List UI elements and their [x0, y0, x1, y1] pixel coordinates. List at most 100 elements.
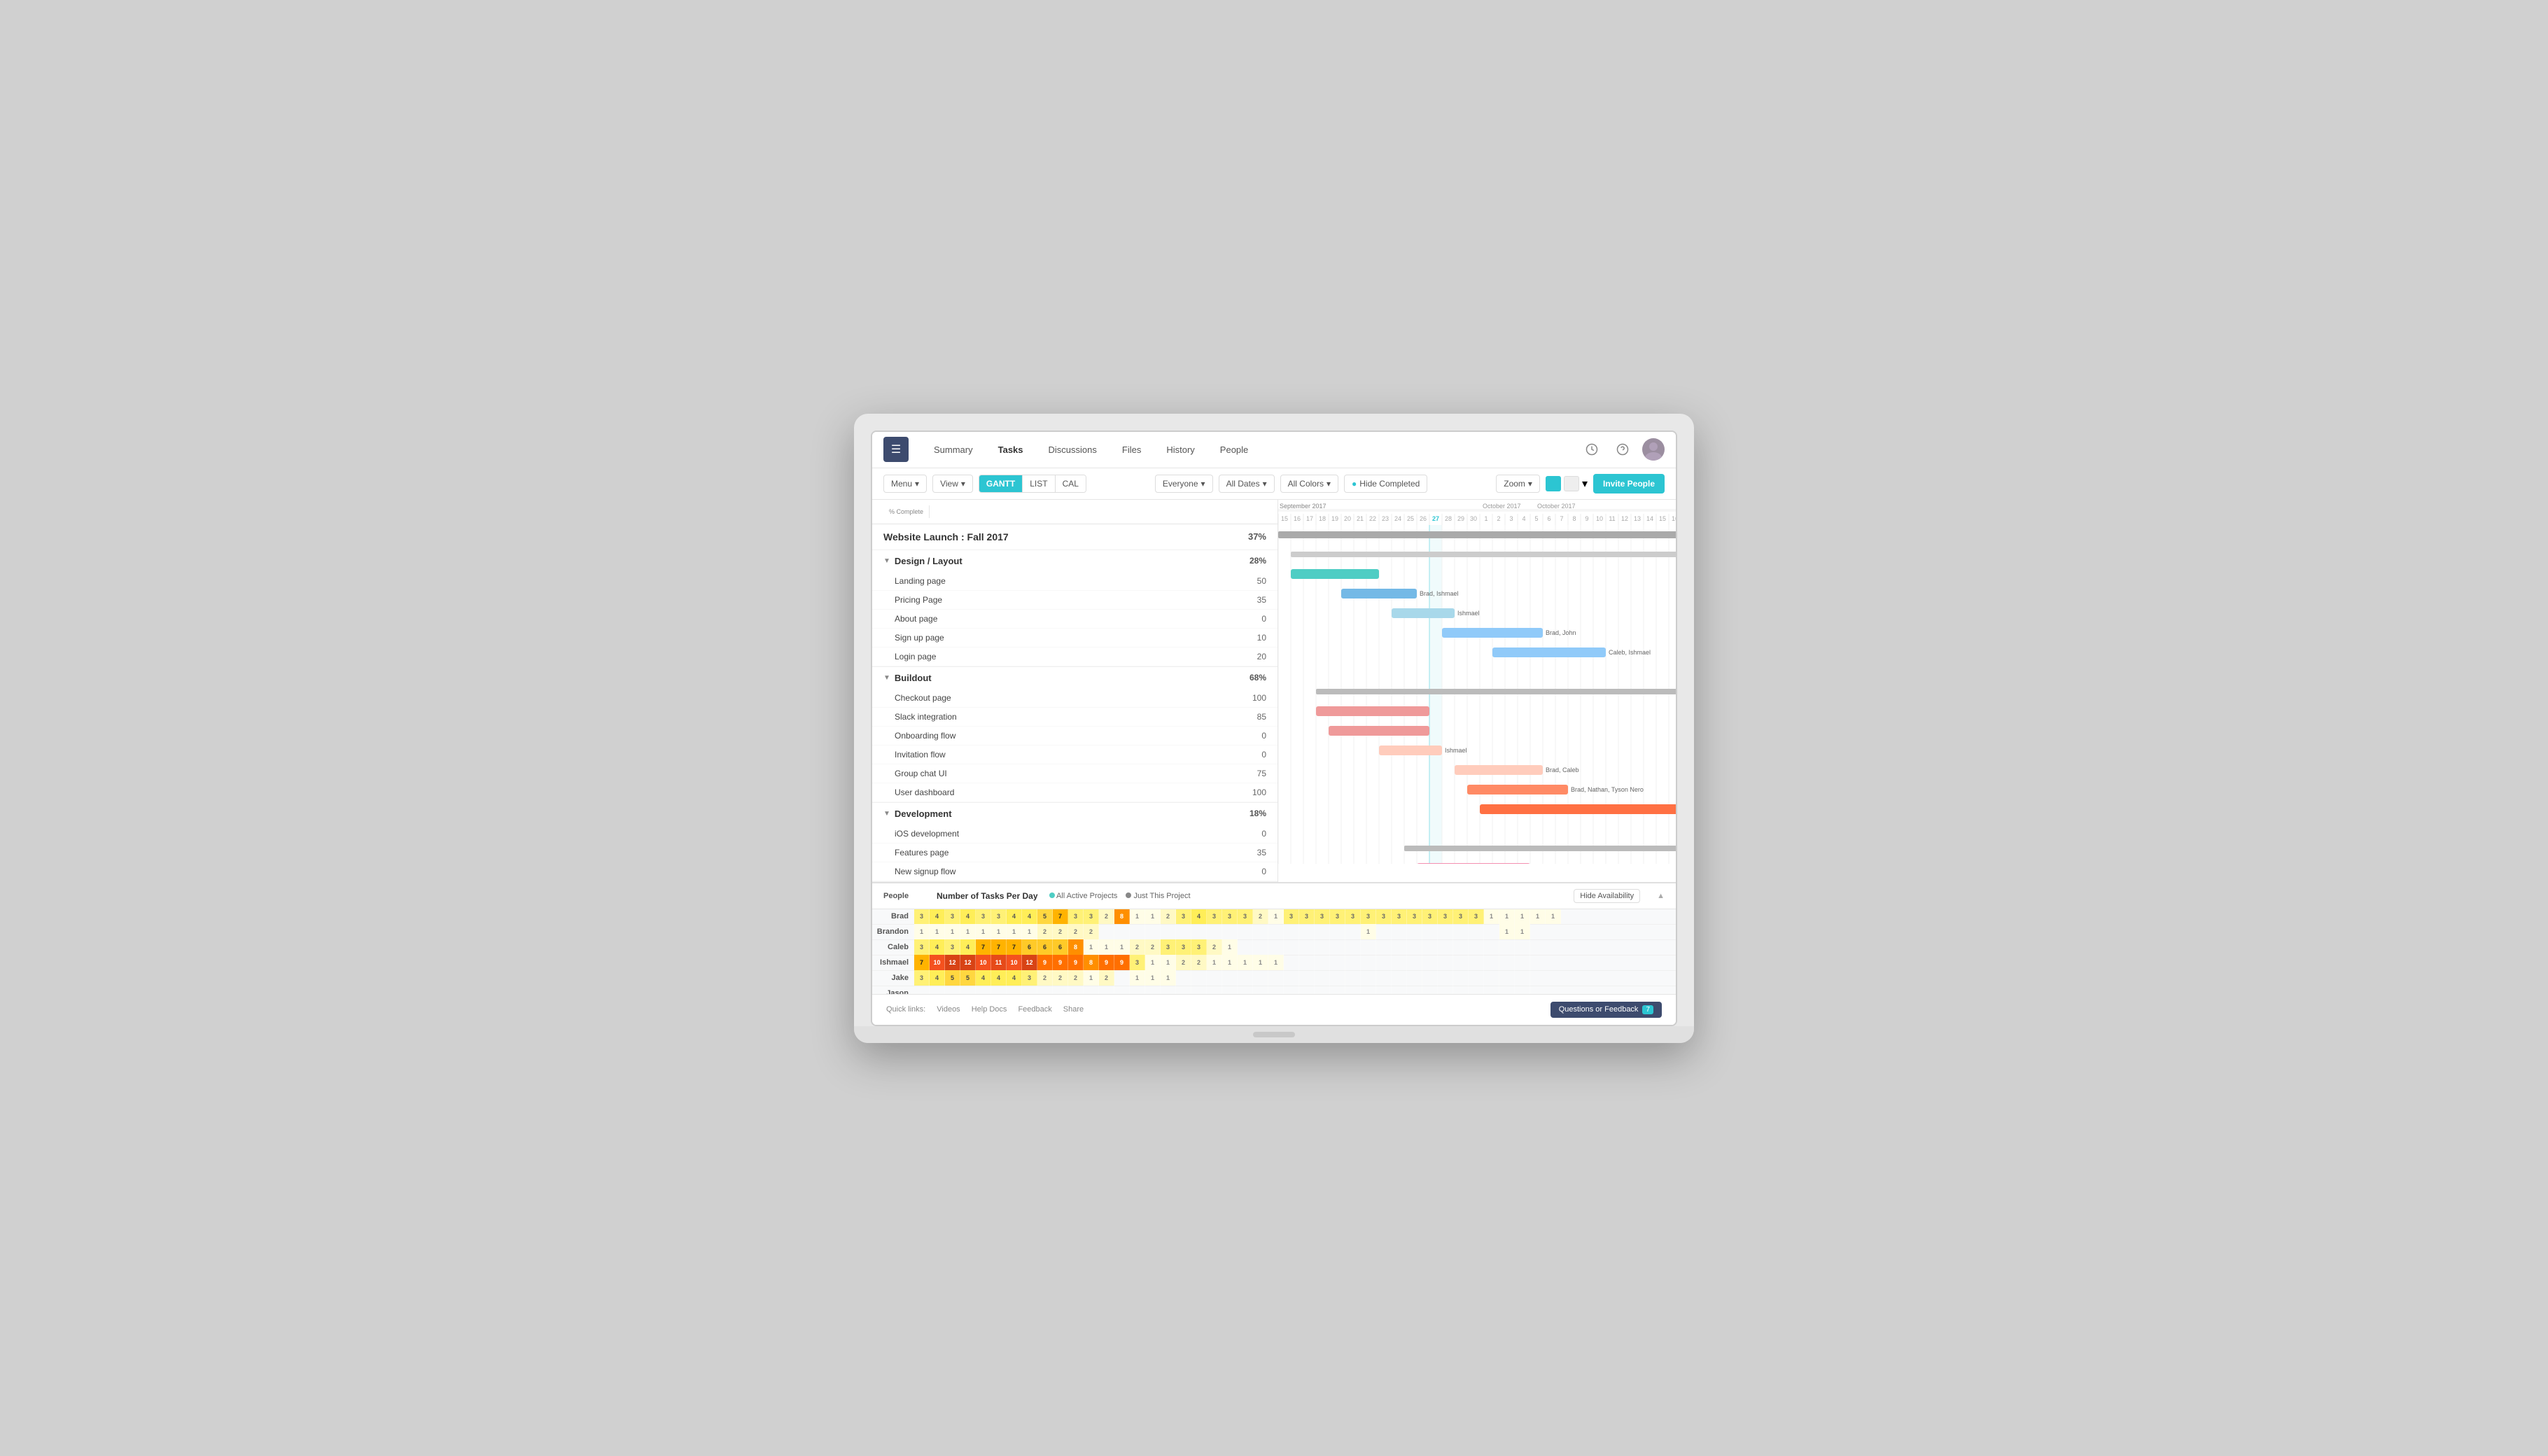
heat-cell — [1376, 970, 1392, 986]
svg-text:29: 29 — [1457, 515, 1464, 522]
hide-completed-btn[interactable]: ● Hide Completed — [1344, 475, 1427, 493]
heat-cell: 1 — [945, 924, 960, 939]
view-button[interactable]: View ▾ — [932, 475, 973, 493]
questions-feedback-button[interactable]: Questions or Feedback 7 — [1550, 1002, 1662, 1018]
heat-cell — [1053, 986, 1068, 994]
list-tab[interactable]: LIST — [1023, 475, 1055, 492]
footer-link-help[interactable]: Help Docs — [972, 1005, 1007, 1014]
heat-cell — [1068, 986, 1084, 994]
legend-dot-active: All Active Projects — [1049, 892, 1118, 900]
heat-cell: 1 — [976, 924, 991, 939]
person-name: Jason — [872, 989, 914, 994]
laptop-base-notch — [1253, 1032, 1295, 1037]
heat-cell — [1407, 986, 1422, 994]
heat-cell: 10 — [976, 955, 991, 970]
heat-cell: 4 — [976, 970, 991, 986]
heat-cell — [1407, 924, 1422, 939]
heat-cell — [1299, 924, 1315, 939]
heat-cell: 2 — [1145, 939, 1161, 955]
tab-tasks[interactable]: Tasks — [987, 439, 1035, 461]
heat-cell: 1 — [1007, 924, 1022, 939]
group-header-design[interactable]: ▼ Design / Layout 28% — [872, 550, 1278, 572]
heat-cell: 3 — [1299, 909, 1315, 925]
user-avatar[interactable] — [1642, 438, 1665, 461]
heat-cell — [1114, 970, 1130, 986]
heat-cell: 1 — [1161, 970, 1176, 986]
quick-links-label: Quick links: — [886, 1005, 925, 1014]
heat-cell: 8 — [1114, 909, 1130, 925]
heat-cell — [1361, 986, 1376, 994]
people-panel-scroll-up[interactable]: ▲ — [1657, 892, 1665, 900]
all-colors-filter[interactable]: All Colors ▾ — [1280, 475, 1338, 493]
heat-cell — [1438, 939, 1453, 955]
help-icon[interactable] — [1611, 438, 1634, 461]
heat-cell: 3 — [914, 939, 930, 955]
color-mode-btn2[interactable] — [1564, 476, 1579, 491]
heat-cell: 3 — [914, 970, 930, 986]
heat-cell: 2 — [1099, 970, 1114, 986]
footer-link-videos[interactable]: Videos — [937, 1005, 960, 1014]
task-row: Group chat UI 75 — [872, 764, 1278, 783]
heat-cell: 4 — [930, 909, 945, 925]
tab-people[interactable]: People — [1209, 439, 1259, 461]
color-mode-btn1[interactable] — [1546, 476, 1561, 491]
heat-cell: 3 — [1161, 939, 1176, 955]
everyone-filter[interactable]: Everyone ▾ — [1155, 475, 1213, 493]
invite-people-button[interactable]: Invite People — [1593, 474, 1665, 493]
heat-cell: 1 — [1145, 970, 1161, 986]
cal-tab[interactable]: CAL — [1056, 475, 1086, 492]
heat-cell: 3 — [1084, 909, 1099, 925]
zoom-button[interactable]: Zoom ▾ — [1496, 475, 1540, 493]
tab-files[interactable]: Files — [1111, 439, 1152, 461]
heat-cell: 2 — [1053, 970, 1068, 986]
heat-cell — [1392, 939, 1407, 955]
svg-text:October 2017: October 2017 — [1483, 503, 1521, 510]
heat-cell: 1 — [1530, 909, 1546, 925]
svg-text:18: 18 — [1319, 515, 1326, 522]
heat-cell — [1099, 924, 1114, 939]
svg-text:4: 4 — [1522, 515, 1525, 522]
heat-cell — [1284, 970, 1299, 986]
heat-cell: 9 — [1114, 955, 1130, 970]
svg-text:21: 21 — [1357, 515, 1364, 522]
heat-cell — [1330, 939, 1345, 955]
svg-text:22: 22 — [1369, 515, 1376, 522]
task-list-panel: % Complete Website Launch : Fall 2017 37… — [872, 500, 1278, 882]
heat-cell: 1 — [1515, 909, 1530, 925]
heat-cell — [1392, 924, 1407, 939]
heat-cell — [1345, 986, 1361, 994]
heat-cell — [1130, 986, 1145, 994]
heat-cell — [1084, 986, 1099, 994]
heat-cell — [1022, 986, 1037, 994]
all-dates-filter[interactable]: All Dates ▾ — [1219, 475, 1275, 493]
svg-text:5: 5 — [1534, 515, 1538, 522]
clock-icon[interactable] — [1581, 438, 1603, 461]
footer-link-feedback[interactable]: Feedback — [1018, 1005, 1051, 1014]
svg-text:27: 27 — [1432, 515, 1439, 522]
gantt-chart-panel[interactable]: September 2017 October 2017 151617181920… — [1278, 500, 1676, 882]
heat-cell: 3 — [1376, 909, 1392, 925]
person-name: Brandon — [872, 927, 914, 936]
heat-cell — [1299, 955, 1315, 970]
heat-cell: 1 — [1546, 909, 1561, 925]
heat-cell: 2 — [1207, 939, 1222, 955]
group-header-buildout[interactable]: ▼ Buildout 68% — [872, 667, 1278, 689]
footer-link-share[interactable]: Share — [1063, 1005, 1084, 1014]
nav-tabs: Summary Tasks Discussions Files History … — [923, 439, 1581, 461]
tab-summary[interactable]: Summary — [923, 439, 984, 461]
hide-availability-button[interactable]: Hide Availability — [1574, 889, 1640, 903]
svg-text:12: 12 — [1621, 515, 1628, 522]
heat-cell — [1392, 986, 1407, 994]
heat-cell — [1238, 970, 1253, 986]
gantt-tab[interactable]: GANTT — [979, 475, 1023, 492]
heat-cell — [1268, 986, 1284, 994]
group-header-development[interactable]: ▼ Development 18% — [872, 803, 1278, 825]
heat-cell: 3 — [1222, 909, 1238, 925]
heat-cell — [1484, 939, 1499, 955]
logo-button[interactable]: ☰ — [883, 437, 909, 462]
task-row: New signup flow 0 — [872, 862, 1278, 881]
menu-button[interactable]: Menu ▾ — [883, 475, 927, 493]
tab-history[interactable]: History — [1155, 439, 1205, 461]
heat-cell — [1268, 939, 1284, 955]
tab-discussions[interactable]: Discussions — [1037, 439, 1108, 461]
